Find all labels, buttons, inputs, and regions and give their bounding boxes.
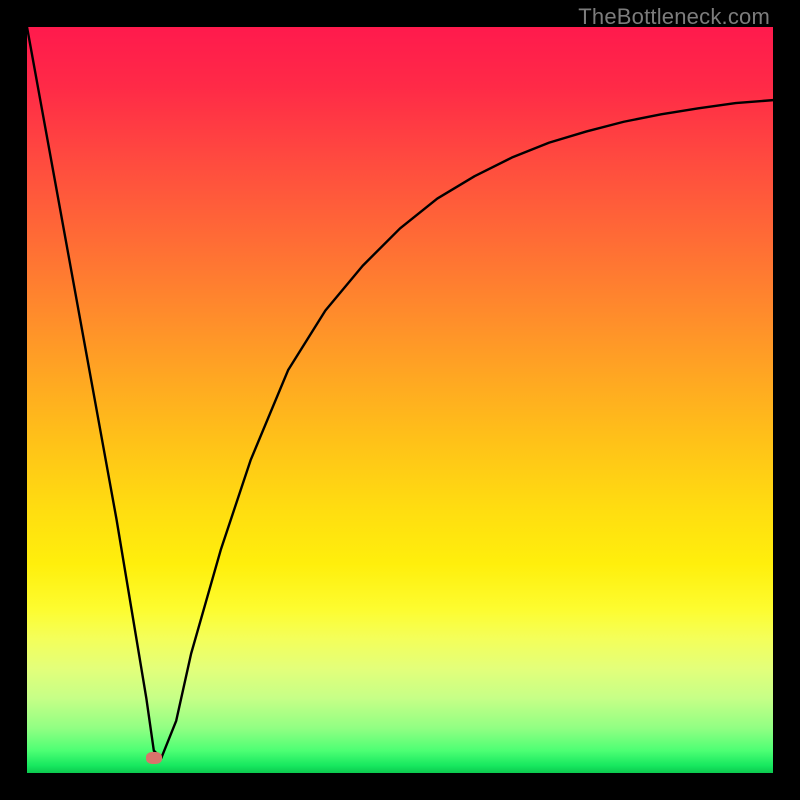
- watermark-label: TheBottleneck.com: [578, 4, 770, 30]
- curve-layer: [27, 27, 773, 773]
- optimal-point-marker: [146, 752, 162, 764]
- plot-area: [27, 27, 773, 773]
- chart-frame: [27, 27, 773, 773]
- bottleneck-curve: [27, 27, 773, 758]
